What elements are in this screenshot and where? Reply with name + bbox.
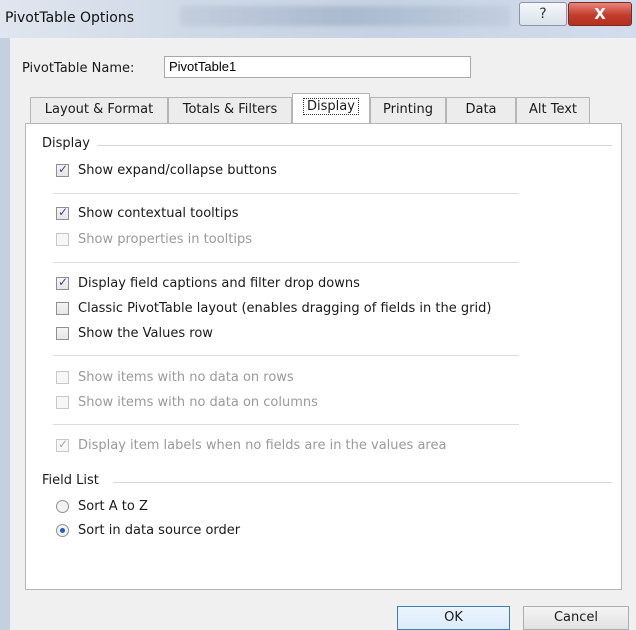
tab-label: Printing xyxy=(382,102,433,117)
option-label: Show expand/collapse buttons xyxy=(78,163,277,178)
tab-label: Layout & Format xyxy=(44,102,154,117)
radio-button[interactable] xyxy=(56,500,69,513)
group-divider xyxy=(113,482,612,483)
checkbox xyxy=(56,371,69,384)
ok-button[interactable]: OK xyxy=(397,606,510,630)
cancel-button[interactable]: Cancel xyxy=(523,606,629,630)
separator xyxy=(53,262,519,263)
checkbox[interactable] xyxy=(56,275,69,290)
title-bar: PivotTable Options ? X xyxy=(0,0,636,38)
checkbox xyxy=(56,396,69,409)
tab-display[interactable]: Display xyxy=(292,93,370,124)
tab-printing[interactable]: Printing xyxy=(370,97,446,123)
option-label: Show items with no data on columns xyxy=(78,395,318,410)
checkbox xyxy=(56,233,69,246)
option-label: Show contextual tooltips xyxy=(78,206,239,221)
checkbox[interactable] xyxy=(56,327,69,340)
checkbox[interactable] xyxy=(56,162,69,177)
tab-label: Totals & Filters xyxy=(182,102,278,117)
pivottable-name-input[interactable] xyxy=(164,56,471,78)
checkbox[interactable] xyxy=(56,205,69,220)
radio-button[interactable] xyxy=(56,524,69,537)
field-list-group-label: Field List xyxy=(42,473,99,488)
separator xyxy=(53,193,519,194)
group-divider xyxy=(97,145,612,146)
tab-totals-filters[interactable]: Totals & Filters xyxy=(168,97,292,123)
tab-layout-format[interactable]: Layout & Format xyxy=(30,97,168,123)
tab-alt-text[interactable]: Alt Text xyxy=(516,97,590,123)
checkbox[interactable] xyxy=(56,302,69,315)
separator xyxy=(53,355,519,356)
option-label: Show the Values row xyxy=(78,326,213,341)
tab-label: Data xyxy=(465,102,497,117)
window-title: PivotTable Options xyxy=(5,10,135,26)
tab-label: Alt Text xyxy=(528,102,578,117)
help-button[interactable]: ? xyxy=(519,2,567,26)
option-label: Show properties in tooltips xyxy=(78,232,253,247)
option-label: Display field captions and filter drop d… xyxy=(78,276,360,291)
separator xyxy=(53,424,519,425)
background-window-blur xyxy=(180,6,510,26)
option-label: Display item labels when no fields are i… xyxy=(78,438,447,453)
window-border xyxy=(0,38,10,630)
tab-label: Display xyxy=(303,98,359,115)
option-label: Sort in data source order xyxy=(78,523,241,538)
pivottable-options-dialog: PivotTable Options ? X PivotTable Name: … xyxy=(0,0,636,630)
pivottable-name-label: PivotTable Name: xyxy=(22,61,135,76)
display-group-label: Display xyxy=(42,136,90,151)
close-button[interactable]: X xyxy=(568,2,632,26)
checkbox xyxy=(56,437,69,452)
option-label: Show items with no data on rows xyxy=(78,370,294,385)
option-label: Sort A to Z xyxy=(78,499,148,514)
option-label: Classic PivotTable layout (enables dragg… xyxy=(78,301,492,316)
tab-data[interactable]: Data xyxy=(446,97,516,123)
